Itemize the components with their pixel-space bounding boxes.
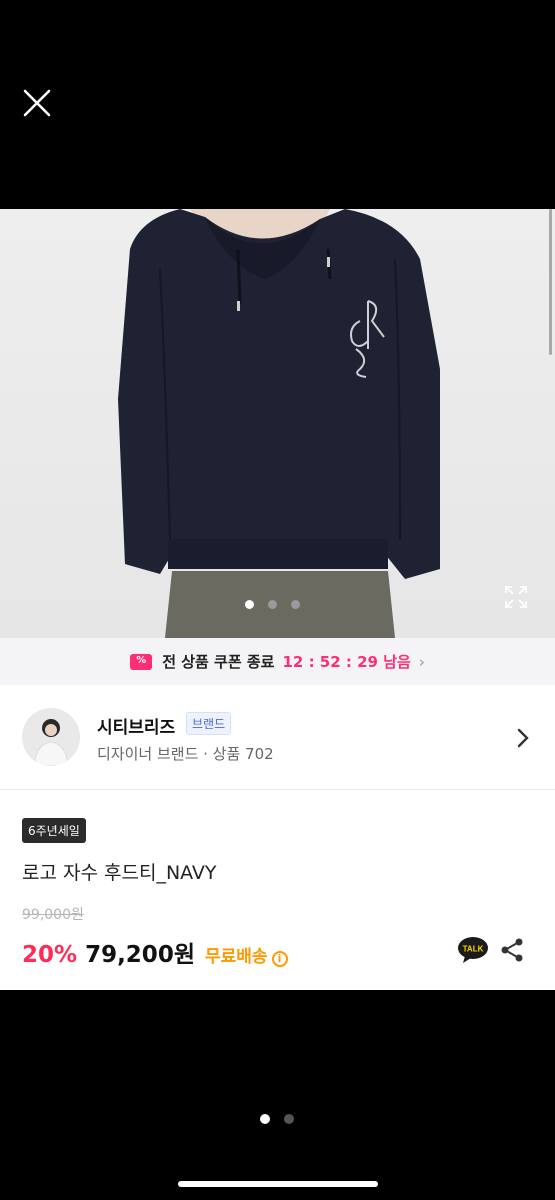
price-row: 20% 79,200원 무료배송 i — [22, 935, 288, 969]
seller-subtitle: 디자이너 브랜드 · 상품 702 — [97, 745, 274, 763]
share-icon[interactable] — [500, 937, 524, 963]
original-price: 99,000원 — [22, 907, 84, 923]
sale-price: 79,200원 — [85, 942, 195, 968]
photo-dot[interactable] — [245, 600, 254, 609]
page-indicator — [260, 1114, 294, 1124]
product-photo[interactable] — [0, 209, 555, 638]
coupon-timer: 12 : 52 : 29 남음 — [282, 653, 411, 671]
seller-avatar — [22, 708, 80, 766]
discount-rate: 20% — [22, 942, 78, 968]
chevron-right-icon: › — [418, 652, 425, 671]
seller-card[interactable]: 시티브리즈 브랜드 디자이너 브랜드 · 상품 702 — [0, 685, 555, 790]
chevron-right-icon[interactable] — [514, 727, 532, 749]
photo-dot[interactable] — [268, 600, 277, 609]
photo-scrollbar — [549, 209, 552, 355]
photo-pagination — [245, 600, 300, 609]
product-title: 로고 자수 후드티_NAVY — [22, 862, 217, 884]
page-dot[interactable] — [284, 1114, 294, 1124]
page-dot[interactable] — [260, 1114, 270, 1124]
sale-tag: 6주년세일 — [22, 818, 86, 843]
talk-chat-icon[interactable]: TALK — [457, 936, 489, 964]
photo-dot[interactable] — [291, 600, 300, 609]
home-indicator[interactable] — [178, 1181, 378, 1187]
talk-label: TALK — [463, 945, 484, 954]
fullscreen-icon[interactable] — [503, 584, 529, 610]
coupon-countdown-bar[interactable]: 전 상품 쿠폰 종료 12 : 52 : 29 남음 › — [0, 638, 555, 685]
product-info: 6주년세일 로고 자수 후드티_NAVY 99,000원 20% 79,200원… — [0, 790, 555, 990]
coupon-text: 전 상품 쿠폰 종료 — [162, 653, 275, 671]
coupon-icon — [130, 653, 153, 670]
close-icon[interactable] — [20, 86, 54, 120]
seller-name: 시티브리즈 — [97, 718, 176, 738]
hoodie-image — [118, 209, 440, 638]
brand-badge: 브랜드 — [186, 712, 232, 735]
info-icon[interactable]: i — [271, 950, 288, 967]
free-shipping-label: 무료배송 — [204, 947, 268, 967]
